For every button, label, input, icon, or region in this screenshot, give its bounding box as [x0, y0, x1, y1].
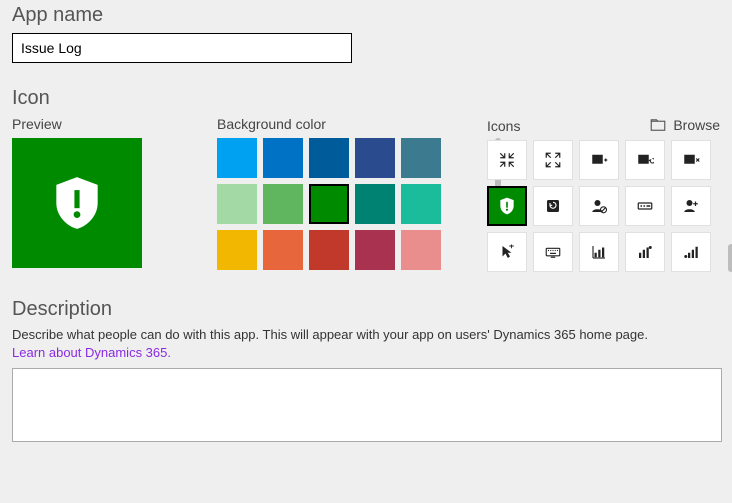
- preview-label: Preview: [12, 116, 217, 132]
- learn-link[interactable]: Learn about Dynamics 365.: [12, 345, 171, 360]
- description-section: Description Describe what people can do …: [12, 298, 720, 447]
- icon-scrollbar[interactable]: [728, 244, 732, 272]
- color-swatch[interactable]: [355, 230, 395, 270]
- user-add-icon-option[interactable]: [671, 186, 711, 226]
- app-name-label: App name: [12, 4, 720, 27]
- color-swatch[interactable]: [309, 138, 349, 178]
- app-name-input[interactable]: [12, 33, 352, 63]
- color-swatch[interactable]: [217, 184, 257, 224]
- color-swatch[interactable]: [309, 184, 349, 224]
- bar-chart-icon-option[interactable]: [579, 232, 619, 272]
- color-swatch[interactable]: [355, 138, 395, 178]
- refresh-icon-option[interactable]: [533, 186, 573, 226]
- color-swatch[interactable]: [401, 138, 441, 178]
- color-swatch[interactable]: [263, 230, 303, 270]
- description-textarea[interactable]: [12, 368, 722, 442]
- preview-tile: [12, 138, 142, 268]
- undo-card-icon-option[interactable]: [625, 140, 665, 180]
- color-swatch[interactable]: [401, 184, 441, 224]
- user-block-icon-option[interactable]: [579, 186, 619, 226]
- color-swatch[interactable]: [355, 184, 395, 224]
- icons-column: Icons Browse: [487, 116, 720, 272]
- color-swatch[interactable]: [263, 138, 303, 178]
- preview-column: Preview: [12, 116, 217, 268]
- add-card-icon-option[interactable]: [579, 140, 619, 180]
- pointer-icon-option[interactable]: [487, 232, 527, 272]
- color-swatch[interactable]: [309, 230, 349, 270]
- remove-card-icon-option[interactable]: [671, 140, 711, 180]
- shield-alert-icon-option[interactable]: [487, 186, 527, 226]
- folder-icon: [649, 116, 667, 134]
- collapse-icon-option[interactable]: [487, 140, 527, 180]
- browse-label: Browse: [673, 117, 720, 133]
- color-swatch[interactable]: [401, 230, 441, 270]
- color-swatch[interactable]: [217, 138, 257, 178]
- shield-alert-icon: [46, 172, 108, 234]
- app-name-section: App name: [12, 4, 720, 63]
- description-help: Describe what people can do with this ap…: [12, 327, 720, 342]
- description-label: Description: [12, 298, 720, 321]
- icon-section-label: Icon: [12, 87, 720, 110]
- icon-grid: [487, 140, 720, 272]
- icons-label: Icons: [487, 118, 520, 134]
- color-grid: [217, 138, 487, 270]
- credential-icon-option[interactable]: [625, 186, 665, 226]
- background-color-column: Background color: [217, 116, 487, 270]
- bg-color-label: Background color: [217, 116, 487, 132]
- expand-icon-option[interactable]: [533, 140, 573, 180]
- browse-button[interactable]: Browse: [649, 116, 720, 134]
- bar-chart-alt-icon-option[interactable]: [625, 232, 665, 272]
- keyboard-icon-option[interactable]: [533, 232, 573, 272]
- signal-icon-option[interactable]: [671, 232, 711, 272]
- color-swatch[interactable]: [263, 184, 303, 224]
- color-swatch[interactable]: [217, 230, 257, 270]
- icon-section: Icon Preview Background color: [12, 87, 720, 272]
